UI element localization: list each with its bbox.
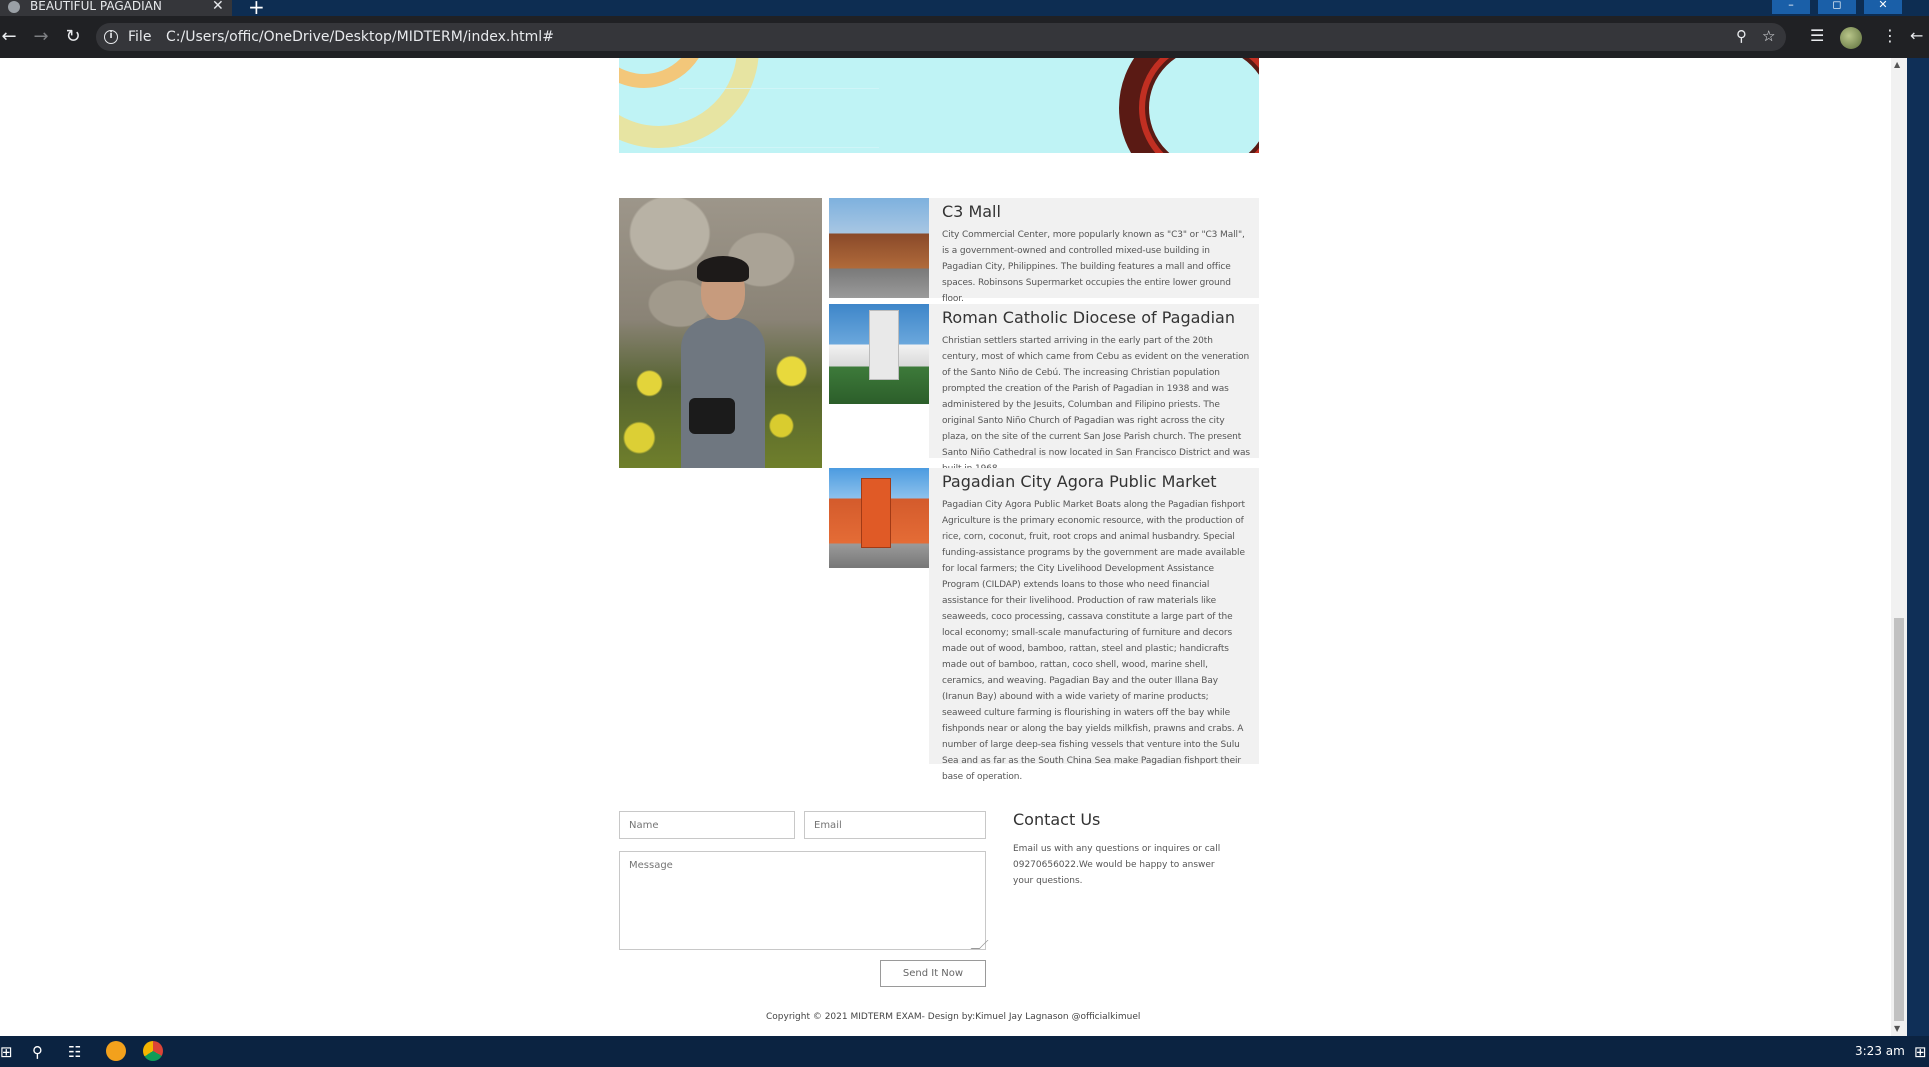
footer-copyright: Copyright © 2021 MIDTERM EXAM- Design by…: [766, 1012, 1141, 1022]
send-button[interactable]: Send It Now: [880, 960, 986, 987]
globe-icon: [8, 1, 20, 13]
maximize-button[interactable]: ◻: [1818, 0, 1856, 14]
scroll-down-icon[interactable]: ▼: [1894, 1024, 1900, 1033]
scroll-thumb[interactable]: [1894, 618, 1904, 1021]
place-title: Roman Catholic Diocese of Pagadian: [942, 308, 1235, 327]
minimize-button[interactable]: –: [1772, 0, 1810, 14]
notification-icon[interactable]: ⊞: [1914, 1043, 1927, 1061]
scheme-label: File: [128, 29, 152, 45]
email-input[interactable]: [804, 811, 986, 839]
place-card-diocese: Roman Catholic Diocese of Pagadian Chris…: [829, 304, 1259, 474]
taskbar-clock: 3:23 am: [1855, 1044, 1905, 1058]
browser-toolbar: ← → ↻ i File C:/Users/offic/OneDrive/Des…: [0, 16, 1929, 58]
task-view-icon[interactable]: ☷: [68, 1043, 81, 1061]
page-scrollbar[interactable]: ▲ ▼: [1891, 58, 1907, 1036]
windows-start-icon[interactable]: ⊞: [0, 1043, 13, 1061]
place-description: Christian settlers started arriving in t…: [942, 336, 1250, 474]
browser-tab[interactable]: BEAUTIFUL PAGADIAN ✕: [0, 0, 232, 16]
diocese-image: [829, 304, 929, 404]
place-title: Pagadian City Agora Public Market: [942, 472, 1217, 491]
reading-list-icon[interactable]: ☰: [1810, 26, 1824, 45]
contact-description: Email us with any questions or inquires …: [1013, 844, 1221, 886]
name-input[interactable]: [619, 811, 795, 839]
forward-arrow-icon[interactable]: →: [28, 24, 54, 50]
close-icon[interactable]: ✕: [212, 0, 224, 13]
desktop-edge: [1907, 58, 1929, 1036]
window-close-button[interactable]: ✕: [1864, 0, 1902, 14]
chrome-icon[interactable]: [143, 1041, 163, 1061]
address-bar[interactable]: i File C:/Users/offic/OneDrive/Desktop/M…: [96, 23, 1786, 51]
place-description: Pagadian City Agora Public Market Boats …: [942, 500, 1245, 782]
place-card-agora-market: Pagadian City Agora Public Market Pagadi…: [829, 468, 1259, 782]
app-icon-orange[interactable]: [106, 1041, 126, 1061]
author-portrait-image: [619, 198, 822, 468]
url-text[interactable]: C:/Users/offic/OneDrive/Desktop/MIDTERM/…: [166, 29, 554, 45]
agora-market-image: [829, 468, 929, 568]
back-arrow-icon[interactable]: ←: [0, 24, 22, 50]
contact-title: Contact Us: [1013, 810, 1101, 829]
star-icon[interactable]: ☆: [1762, 27, 1775, 45]
new-tab-button[interactable]: +: [248, 0, 265, 17]
zoom-icon[interactable]: ⚲: [1736, 27, 1747, 45]
place-description: City Commercial Center, more popularly k…: [942, 230, 1245, 304]
profile-avatar[interactable]: [1840, 27, 1862, 49]
os-taskbar: ⊞ ⚲ ☷ 3:23 am ⊞: [0, 1036, 1929, 1067]
banner-image: [619, 58, 1259, 153]
scroll-up-icon[interactable]: ▲: [1894, 60, 1900, 69]
info-icon[interactable]: i: [104, 30, 118, 44]
c3-mall-image: [829, 198, 929, 298]
search-icon[interactable]: ⚲: [32, 1043, 43, 1061]
page-viewport: C3 Mall City Commercial Center, more pop…: [0, 58, 1891, 1036]
place-card-c3-mall: C3 Mall City Commercial Center, more pop…: [829, 198, 1259, 304]
reload-icon[interactable]: ↻: [60, 24, 86, 50]
message-textarea[interactable]: [619, 851, 986, 950]
tab-title: BEAUTIFUL PAGADIAN: [30, 0, 162, 13]
browser-tab-strip: BEAUTIFUL PAGADIAN ✕ + – ◻ ✕: [0, 0, 1929, 17]
place-title: C3 Mall: [942, 202, 1001, 221]
back-arrow-icon-secondary[interactable]: ←: [1910, 26, 1923, 45]
menu-dots-icon[interactable]: ⋮: [1882, 26, 1898, 45]
